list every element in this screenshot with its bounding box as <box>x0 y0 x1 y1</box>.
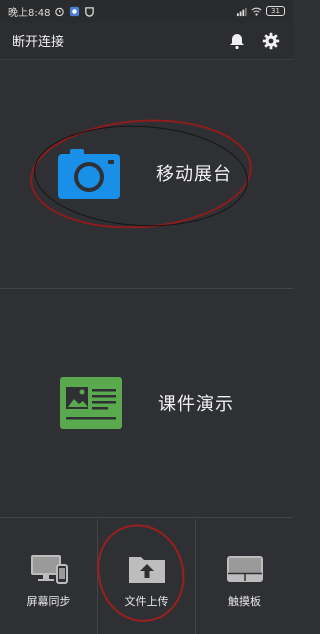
status-right: 31 <box>236 6 285 17</box>
courseware-icon <box>60 377 122 429</box>
screen-sync-button[interactable]: 屏幕同步 <box>0 519 98 634</box>
status-bar: 晚上8:48 31 <box>0 0 293 22</box>
wifi-icon <box>251 7 262 16</box>
battery-icon: 31 <box>266 6 285 16</box>
touchpad-button[interactable]: 触摸板 <box>196 519 293 634</box>
status-time: 晚上8:48 <box>8 7 51 19</box>
status-left: 晚上8:48 <box>8 4 95 19</box>
gear-icon <box>262 32 280 49</box>
courseware-content: 课件演示 <box>60 377 234 429</box>
courseware-label: 课件演示 <box>158 394 234 415</box>
touchpad-label: 触摸板 <box>228 594 261 608</box>
screen-sync-label: 屏幕同步 <box>26 594 71 608</box>
app-notification-icon <box>70 6 80 16</box>
bell-icon <box>230 33 244 49</box>
title-bar: 断开连接 <box>0 22 293 60</box>
monitor-phone-icon <box>30 554 68 584</box>
mobile-booth-panel[interactable]: 移动展台 <box>0 60 293 289</box>
alarm-icon <box>55 7 65 16</box>
file-upload-label: 文件上传 <box>124 594 169 608</box>
courseware-panel[interactable]: 课件演示 <box>0 290 293 518</box>
notification-button[interactable] <box>227 31 247 51</box>
file-upload-button[interactable]: 文件上传 <box>98 519 196 634</box>
signal-icon <box>236 7 247 16</box>
bottom-toolbar: 屏幕同步 文件上传 触摸板 <box>0 519 293 634</box>
shield-icon <box>85 6 95 17</box>
title-actions <box>227 31 281 51</box>
battery-level: 31 <box>271 7 280 15</box>
mobile-booth-label: 移动展台 <box>156 164 232 185</box>
disconnect-button[interactable]: 断开连接 <box>12 31 64 50</box>
mobile-booth-content: 移动展台 <box>58 147 232 199</box>
folder-upload-icon <box>128 556 165 583</box>
camera-icon <box>58 149 120 199</box>
touchpad-icon <box>226 555 263 582</box>
settings-button[interactable] <box>261 31 281 51</box>
